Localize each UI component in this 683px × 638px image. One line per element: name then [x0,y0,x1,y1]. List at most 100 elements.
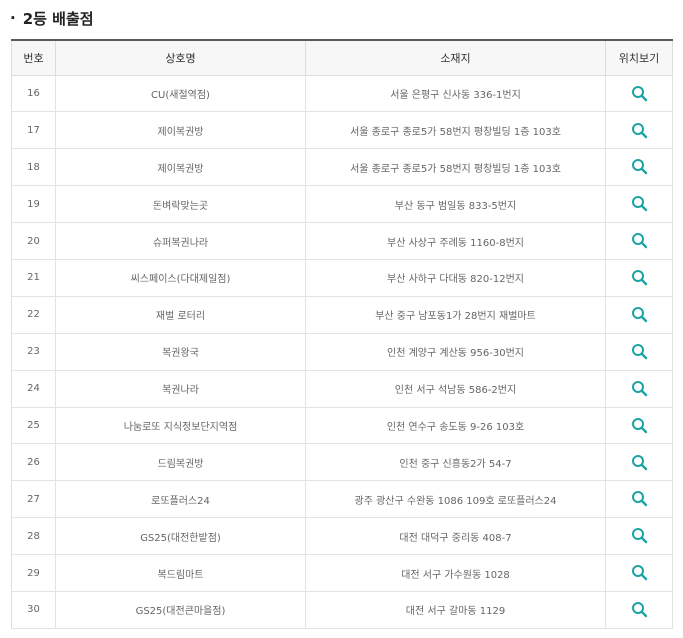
table-row: 16 CU(새절역점) 서울 은평구 신사동 336-1번지 [11,75,673,113]
table-row: 25 나눔로또 지식정보단지역점 인천 연수구 송도동 9-26 103호 [11,407,673,445]
table-row: 27 로또플러스24 광주 광산구 수완동 1086 109호 로또플러스24 [11,480,673,519]
row-number: 29 [11,554,56,592]
map-search-button[interactable] [628,414,650,436]
table-row: 20 슈퍼복권나라 부산 사상구 주례동 1160-8번지 [11,222,673,260]
row-number: 27 [11,480,56,519]
row-map-cell [605,111,673,150]
row-address: 대전 대덕구 중리동 408-7 [305,517,606,556]
row-address: 인천 계양구 계산동 956-30번지 [305,333,606,371]
row-address: 서울 은평구 신사동 336-1번지 [305,75,606,113]
search-icon [631,159,647,175]
search-icon [631,122,647,138]
row-store-name: GS25(대전큰마을점) [55,591,306,629]
row-map-cell [605,333,673,371]
row-map-cell [605,370,673,408]
search-icon [631,343,647,360]
search-icon [631,491,647,507]
search-icon [631,602,647,618]
header-address: 소재지 [305,39,606,76]
map-search-button[interactable] [628,488,650,510]
search-icon [631,528,647,544]
row-address: 대전 서구 가수원동 1028 [305,554,606,592]
row-map-cell [605,185,673,224]
search-icon [631,233,647,249]
header-number: 번호 [11,39,56,76]
map-search-button[interactable] [628,340,650,362]
row-store-name: GS25(대전한밭점) [55,517,306,556]
row-address: 인천 연수구 송도동 9-26 103호 [305,407,606,445]
row-store-name: CU(새절역점) [55,75,306,113]
section-title-text: 2등 배출점 [22,9,94,28]
row-map-cell [605,296,673,334]
row-address: 인천 중구 신흥동2가 54-7 [305,443,606,482]
row-map-cell [605,591,673,629]
search-icon [631,454,647,470]
title-bullet: · [10,9,16,27]
row-store-name: 슈퍼복권나라 [55,222,306,260]
search-icon [631,417,647,433]
row-map-cell [605,407,673,445]
table-row: 23 복권왕국 인천 계양구 계산동 956-30번지 [11,333,673,371]
row-address: 서울 종로구 종로5가 58번지 평창빌딩 1층 103호 [305,148,606,187]
row-map-cell [605,259,673,297]
row-number: 25 [11,407,56,445]
map-search-button[interactable] [628,377,650,399]
table-row: 26 드림복권방 인천 중구 신흥동2가 54-7 [11,443,673,482]
row-map-cell [605,222,673,260]
table-row: 29 복드림마트 대전 서구 가수원동 1028 [11,554,673,592]
row-number: 23 [11,333,56,371]
map-search-button[interactable] [628,119,650,141]
table-row: 17 제이복권방 서울 종로구 종로5가 58번지 평창빌딩 1층 103호 [11,111,673,150]
row-number: 22 [11,296,56,334]
header-store-name: 상호명 [55,39,306,76]
row-map-cell [605,480,673,519]
map-search-button[interactable] [628,304,650,326]
row-address: 부산 동구 범일동 833-5번지 [305,185,606,224]
row-map-cell [605,554,673,592]
stores-table: 번호 상호명 소재지 위치보기 16 CU(새절역점) 서울 은평구 신사동 336… [11,39,673,629]
row-number: 30 [11,591,56,629]
table-row: 18 제이복권방 서울 종로구 종로5가 58번지 평창빌딩 1층 103호 [11,148,673,187]
row-store-name: 제이복권방 [55,148,306,187]
map-search-button[interactable] [628,193,650,215]
row-map-cell [605,443,673,482]
table-row: 21 씨스페이스(다대제일점) 부산 사하구 다대동 820-12번지 [11,259,673,297]
row-address: 대전 서구 갈마동 1129 [305,591,606,629]
map-search-button[interactable] [628,451,650,473]
search-icon [631,270,647,286]
map-search-button[interactable] [628,156,650,178]
row-number: 18 [11,148,56,187]
row-address: 부산 중구 남포동1가 28번지 재벌마트 [305,296,606,334]
row-map-cell [605,148,673,187]
map-search-button[interactable] [628,525,650,547]
map-search-button[interactable] [628,82,650,104]
row-store-name: 돈벼락맞는곳 [55,185,306,224]
search-icon [631,196,647,212]
row-store-name: 로또플러스24 [55,480,306,519]
row-number: 24 [11,370,56,408]
row-number: 20 [11,222,56,260]
map-search-button[interactable] [628,562,650,584]
row-store-name: 복드림마트 [55,554,306,592]
header-map: 위치보기 [605,39,673,76]
row-store-name: 씨스페이스(다대제일점) [55,259,306,297]
row-address: 부산 사하구 다대동 820-12번지 [305,259,606,297]
row-store-name: 복권왕국 [55,333,306,371]
row-number: 26 [11,443,56,482]
row-map-cell [605,517,673,556]
table-row: 24 복권나라 인천 서구 석남동 586-2번지 [11,370,673,408]
row-address: 서울 종로구 종로5가 58번지 평창빌딩 1층 103호 [305,111,606,150]
map-search-button[interactable] [628,599,650,621]
map-search-button[interactable] [628,230,650,252]
map-search-button[interactable] [628,267,650,289]
table-header-row: 번호 상호명 소재지 위치보기 [11,39,673,76]
row-address: 광주 광산구 수완동 1086 109호 로또플러스24 [305,480,606,519]
row-number: 19 [11,185,56,224]
row-store-name: 복권나라 [55,370,306,408]
row-address: 부산 사상구 주례동 1160-8번지 [305,222,606,260]
search-icon [631,565,647,581]
row-store-name: 나눔로또 지식정보단지역점 [55,407,306,445]
row-number: 28 [11,517,56,556]
row-number: 21 [11,259,56,297]
row-store-name: 드림복권방 [55,443,306,482]
